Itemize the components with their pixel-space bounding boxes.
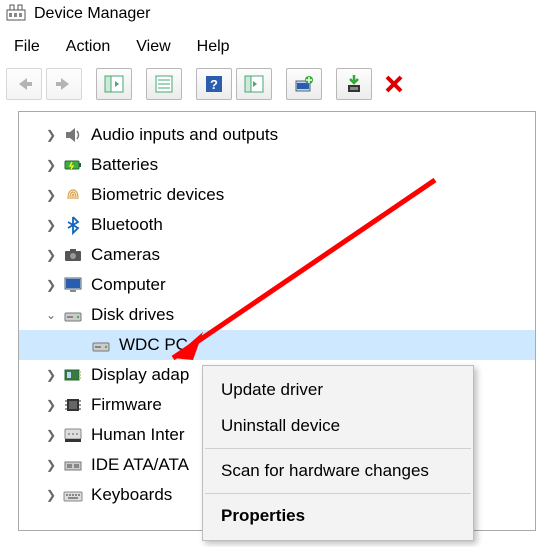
chevron-down-icon[interactable]: ⌄ <box>43 308 59 322</box>
update-driver-button[interactable] <box>286 68 322 100</box>
tree-label: WDC PC <box>119 335 188 355</box>
monitor-icon <box>61 273 85 297</box>
chevron-right-icon[interactable]: ❯ <box>43 398 59 412</box>
chevron-right-icon[interactable]: ❯ <box>43 188 59 202</box>
tree-item-wdc-pc[interactable]: WDC PC <box>19 330 535 360</box>
menu-file[interactable]: File <box>14 38 40 56</box>
tree-label: Batteries <box>91 155 158 175</box>
tree-label: Computer <box>91 275 166 295</box>
cm-update-driver[interactable]: Update driver <box>203 372 473 408</box>
tree-label: Cameras <box>91 245 160 265</box>
properties-button[interactable] <box>146 68 182 100</box>
tree-label: Firmware <box>91 395 162 415</box>
menu-help[interactable]: Help <box>197 38 230 56</box>
ide-icon <box>61 453 85 477</box>
tree-label: Bluetooth <box>91 215 163 235</box>
hid-icon <box>61 423 85 447</box>
scan-hardware-button[interactable] <box>236 68 272 100</box>
cm-properties[interactable]: Properties <box>203 498 473 534</box>
tree-item-batteries[interactable]: ❯ Batteries <box>19 150 535 180</box>
battery-icon <box>61 153 85 177</box>
tree-label: Biometric devices <box>91 185 224 205</box>
bluetooth-icon <box>61 213 85 237</box>
chevron-right-icon[interactable]: ❯ <box>43 158 59 172</box>
back-button[interactable] <box>6 68 42 100</box>
cm-uninstall-device[interactable]: Uninstall device <box>203 408 473 444</box>
tree-label: Human Inter <box>91 425 185 445</box>
window-title: Device Manager <box>34 5 151 23</box>
cm-separator <box>205 493 471 494</box>
chevron-right-icon[interactable]: ❯ <box>43 248 59 262</box>
toolbar: ? <box>0 66 542 107</box>
uninstall-button[interactable] <box>376 68 412 100</box>
tree-label: Audio inputs and outputs <box>91 125 278 145</box>
menubar: File Action View Help <box>0 32 542 66</box>
svg-text:?: ? <box>210 77 218 92</box>
camera-icon <box>61 243 85 267</box>
cm-scan-hardware[interactable]: Scan for hardware changes <box>203 453 473 489</box>
fingerprint-icon <box>61 183 85 207</box>
tree-label: Display adap <box>91 365 189 385</box>
tree-label: Keyboards <box>91 485 172 505</box>
chevron-right-icon[interactable]: ❯ <box>43 218 59 232</box>
tree-item-computer[interactable]: ❯ Computer <box>19 270 535 300</box>
disk-drive-icon <box>61 303 85 327</box>
tree-item-biometric[interactable]: ❯ Biometric devices <box>19 180 535 210</box>
chevron-right-icon[interactable]: ❯ <box>43 278 59 292</box>
chip-icon <box>61 393 85 417</box>
cm-separator <box>205 448 471 449</box>
tree-item-audio[interactable]: ❯ Audio inputs and outputs <box>19 120 535 150</box>
forward-button[interactable] <box>46 68 82 100</box>
disk-drive-icon <box>89 333 113 357</box>
install-legacy-button[interactable] <box>336 68 372 100</box>
menu-action[interactable]: Action <box>66 38 110 56</box>
tree-item-cameras[interactable]: ❯ Cameras <box>19 240 535 270</box>
chevron-right-icon[interactable]: ❯ <box>43 458 59 472</box>
chevron-right-icon[interactable]: ❯ <box>43 488 59 502</box>
menu-view[interactable]: View <box>136 38 170 56</box>
tree-label: Disk drives <box>91 305 174 325</box>
speaker-icon <box>61 123 85 147</box>
tree-item-disk-drives[interactable]: ⌄ Disk drives <box>19 300 535 330</box>
context-menu: Update driver Uninstall device Scan for … <box>202 365 474 541</box>
keyboard-icon <box>61 483 85 507</box>
titlebar: Device Manager <box>0 0 542 32</box>
device-manager-icon <box>6 4 26 24</box>
tree-item-bluetooth[interactable]: ❯ Bluetooth <box>19 210 535 240</box>
show-hide-button[interactable] <box>96 68 132 100</box>
display-adapter-icon <box>61 363 85 387</box>
chevron-right-icon[interactable]: ❯ <box>43 128 59 142</box>
chevron-right-icon[interactable]: ❯ <box>43 368 59 382</box>
chevron-right-icon[interactable]: ❯ <box>43 428 59 442</box>
tree-label: IDE ATA/ATA <box>91 455 189 475</box>
help-button[interactable]: ? <box>196 68 232 100</box>
